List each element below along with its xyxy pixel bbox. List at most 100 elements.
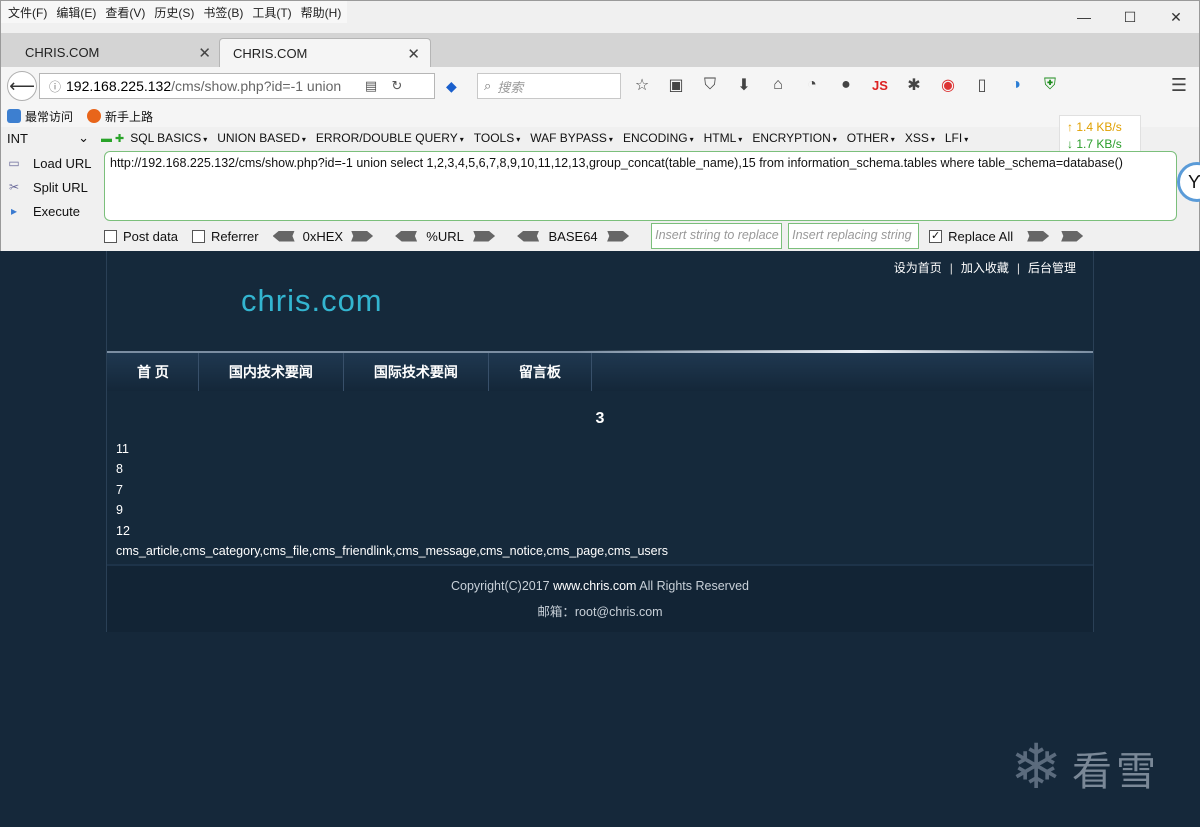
nav-guestbook[interactable]: 留言板 [489,353,592,391]
menu-sql-basics[interactable]: SQL BASICS [130,131,207,145]
palette-icon[interactable]: ◔ [801,76,823,94]
info-icon[interactable]: ⓘ [44,78,66,95]
split-url-button[interactable]: ✂ Split URL [5,175,97,199]
site-footer: Copyright(C)2017 www.chris.com All Right… [107,564,1093,632]
menu-html[interactable]: HTML [704,131,743,145]
base64-encoder: BASE64 [517,229,630,244]
menu-bookmarks[interactable]: 书签(B) [200,4,249,21]
devices-icon[interactable]: ▯ [971,75,993,95]
reader-icon[interactable]: ▤ [360,78,382,94]
minimize-icon[interactable]: — [1061,1,1107,33]
tab-2-active[interactable]: CHRIS.COM ✕ [219,38,431,67]
library-icon[interactable]: ▣ [665,75,687,95]
url-text[interactable]: 192.168.225.132/cms/show.php?id=-1 union [66,78,356,94]
hackbar-panel: INT ⌄ ▬ ✚ SQL BASICS UNION BASED ERROR/D… [1,115,1200,252]
url-enc-label: %URL [426,228,464,244]
w-shield-icon[interactable]: ⛨ [1039,76,1061,94]
checkbox-checked: ✓ [929,229,943,243]
replace-go-arrow-icon-2[interactable] [1061,230,1084,242]
close-tab-icon[interactable]: ✕ [198,44,211,62]
chrome-addon-icon[interactable]: ◑ [1005,76,1027,94]
menu-tools[interactable]: 工具(T) [249,4,297,21]
bookmark-label: 最常访问 [25,109,74,124]
load-url-icon: ▭ [8,156,20,170]
back-arrow-icon[interactable]: ⟵ [7,71,37,101]
menu-help[interactable]: 帮助(H) [298,4,348,21]
hackbar-menu: INT ⌄ ▬ ✚ SQL BASICS UNION BASED ERROR/D… [1,127,978,149]
menu-lfi[interactable]: LFI [945,131,968,145]
decode-arrow-icon[interactable] [395,230,418,242]
menu-encryption[interactable]: ENCRYPTION [752,131,836,145]
replacing-string-input[interactable]: Insert replacing string [788,223,920,249]
hackbar-url-textarea[interactable]: http://192.168.225.132/cms/show.php?id=-… [104,151,1177,221]
bookmark-getting-started[interactable]: 新手上路 [87,108,153,125]
globe-icon[interactable]: ● [835,76,857,94]
search-input[interactable]: ⌕ 搜索 [477,73,621,99]
home-icon[interactable]: ⌂ [767,76,789,94]
close-tab-icon[interactable]: ✕ [407,45,420,63]
bookmark-star-icon[interactable]: ☆ [631,75,653,95]
menu-waf-bypass[interactable]: WAF BYPASS [530,131,613,145]
replace-all-checkbox[interactable]: ✓ Replace All [929,229,1013,244]
encode-arrow-icon[interactable] [607,230,630,242]
split-url-icon: ✂ [8,180,20,194]
bookmark-folder-icon [7,109,21,123]
menu-history[interactable]: 历史(S) [151,4,200,21]
post-data-checkbox[interactable]: Post data [104,229,178,244]
bug-icon[interactable]: ✱ [903,75,925,95]
encode-arrow-icon[interactable] [351,230,374,242]
load-url-button[interactable]: ▭ Load URL [5,151,97,175]
tab-1[interactable]: CHRIS.COM ✕ [1,38,221,67]
menu-edit[interactable]: 编辑(E) [53,4,102,21]
result-line: 12 [116,523,130,538]
tab-strip: CHRIS.COM ✕ CHRIS.COM ✕ [1,33,1199,67]
reload-icon[interactable]: ↻ [386,78,408,94]
bookmarks-bar: 最常访问 新手上路 [1,105,1199,127]
red-addon-icon[interactable]: ◉ [937,75,959,95]
hamburger-menu-icon[interactable]: ☰ [1171,75,1187,96]
site-container: 设为首页 | 加入收藏 | 后台管理 chris.com 首 页 国内技术要闻 国际技术… [106,251,1094,632]
site-logo[interactable]: chris.com [241,283,383,319]
execute-icon: ▸ [10,204,18,218]
snowflake-icon: ❄ [1010,733,1062,802]
post-data-label: Post data [123,228,178,244]
url-bar[interactable]: ⓘ 192.168.225.132/cms/show.php?id=-1 uni… [39,73,435,99]
addon-shield-icon[interactable]: ◆ [446,78,457,95]
menu-union-based[interactable]: UNION BASED [217,131,306,145]
nav-domestic-news[interactable]: 国内技术要闻 [199,353,344,391]
menu-error-double-query[interactable]: ERROR/DOUBLE QUERY [316,131,464,145]
maximize-icon[interactable]: ☐ [1107,1,1153,33]
green-dots-icon[interactable]: ▬ ✚ [101,132,124,145]
menu-xss[interactable]: XSS [905,131,935,145]
replace-string-input[interactable]: Insert string to replace [651,223,783,249]
toolbar-icons: ☆ ▣ ⛉ ⬇ ⌂ ◔ ● JS ✱ ◉ ▯ ◑ ⛨ [631,75,1061,95]
menu-tools-hackbar[interactable]: TOOLS [474,131,520,145]
admin-link[interactable]: 后台管理 [1028,261,1076,275]
js-toggle-icon[interactable]: JS [869,78,891,93]
site-nav: 首 页 国内技术要闻 国际技术要闻 留言板 [107,350,1093,391]
set-homepage-link[interactable]: 设为首页 [894,261,942,275]
menu-view[interactable]: 查看(V) [102,4,151,21]
decode-arrow-icon[interactable] [272,230,295,242]
result-line: 11 [116,442,129,456]
referrer-checkbox[interactable]: Referrer [191,229,259,244]
type-select[interactable]: INT ⌄ [5,129,93,147]
menu-other[interactable]: OTHER [847,131,895,145]
sidebar-addon-icon[interactable]: ϒ [1177,162,1200,202]
bookmark-most-visited[interactable]: 最常访问 [7,108,73,125]
menu-bar: 文件(F) 编辑(E) 查看(V) 历史(S) 书签(B) 工具(T) 帮助(H… [1,1,348,23]
footer-site-link[interactable]: www.chris.com [553,579,636,593]
decode-arrow-icon[interactable] [517,230,540,242]
encode-arrow-icon[interactable] [473,230,496,242]
pocket-icon[interactable]: ⛉ [699,76,721,94]
nav-international-news[interactable]: 国际技术要闻 [344,353,489,391]
replace-go-arrow-icon[interactable] [1027,230,1050,242]
close-window-icon[interactable]: ✕ [1153,1,1199,33]
add-favorite-link[interactable]: 加入收藏 [961,261,1009,275]
execute-button[interactable]: ▸ Execute [5,199,97,223]
nav-home[interactable]: 首 页 [107,353,199,391]
menu-file[interactable]: 文件(F) [5,4,53,21]
tab-title: CHRIS.COM [25,45,100,60]
menu-encoding[interactable]: ENCODING [623,131,694,145]
download-icon[interactable]: ⬇ [733,75,755,95]
